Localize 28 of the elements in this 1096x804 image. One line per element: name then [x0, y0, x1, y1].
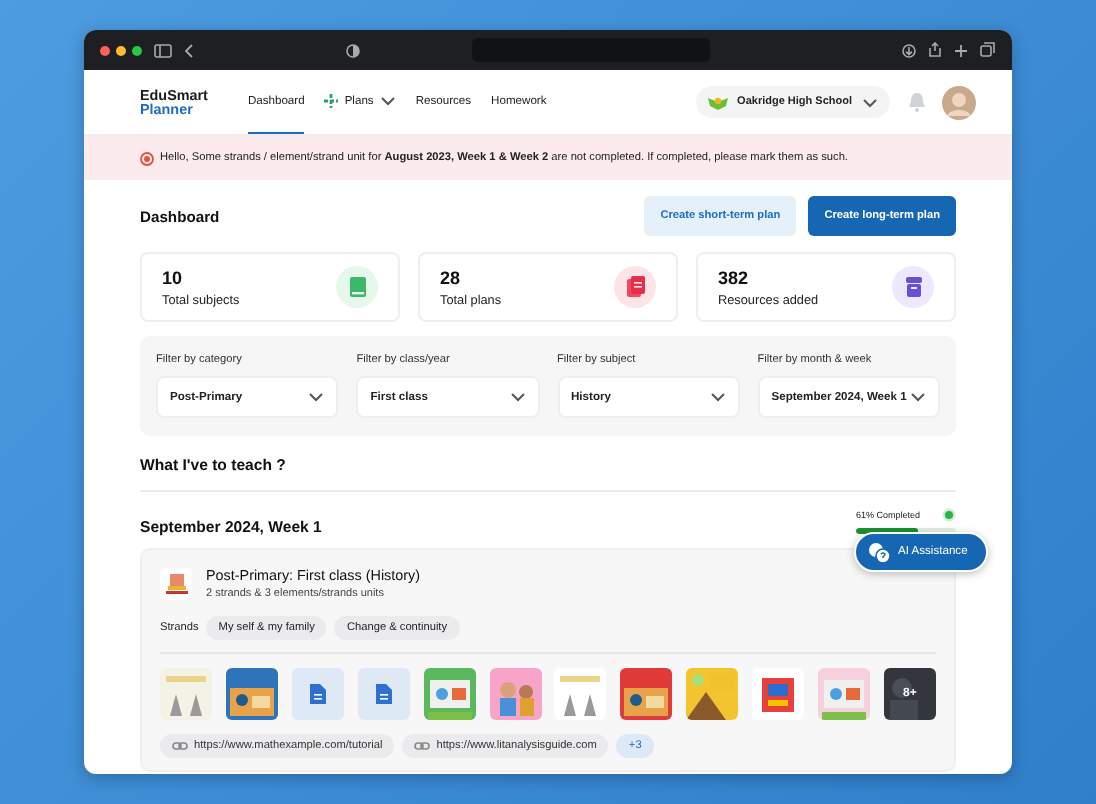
chevron-icon — [379, 94, 396, 108]
alert-icon — [140, 151, 154, 165]
link-icon — [172, 742, 188, 750]
archive-box-icon — [903, 276, 923, 298]
chevron-icon — [709, 390, 726, 404]
chevron-icon — [308, 390, 325, 404]
document-thumbnail[interactable] — [291, 668, 344, 720]
stat-value: 28 — [440, 267, 463, 287]
download-icon — [902, 43, 916, 57]
link-icon — [414, 742, 431, 750]
document-thumbnail[interactable] — [357, 668, 410, 720]
stat-value: 382 — [718, 267, 751, 287]
chat-question-icon — [868, 541, 890, 563]
share-icon — [928, 42, 942, 58]
school-logo-icon — [707, 94, 728, 110]
back-icon — [184, 43, 194, 57]
status-dot-icon — [942, 508, 956, 522]
stat-value: 10 — [162, 267, 185, 287]
document-icon — [375, 684, 392, 704]
chevron-icon — [862, 95, 878, 109]
plus-icon — [954, 43, 968, 57]
sidebar-icon — [154, 43, 172, 57]
book-icon — [347, 276, 367, 298]
chevron-icon — [509, 390, 525, 404]
tabs-icon — [980, 42, 996, 58]
chevron-icon — [910, 390, 926, 404]
document-icon — [309, 684, 326, 704]
document-stack-icon — [625, 276, 645, 298]
